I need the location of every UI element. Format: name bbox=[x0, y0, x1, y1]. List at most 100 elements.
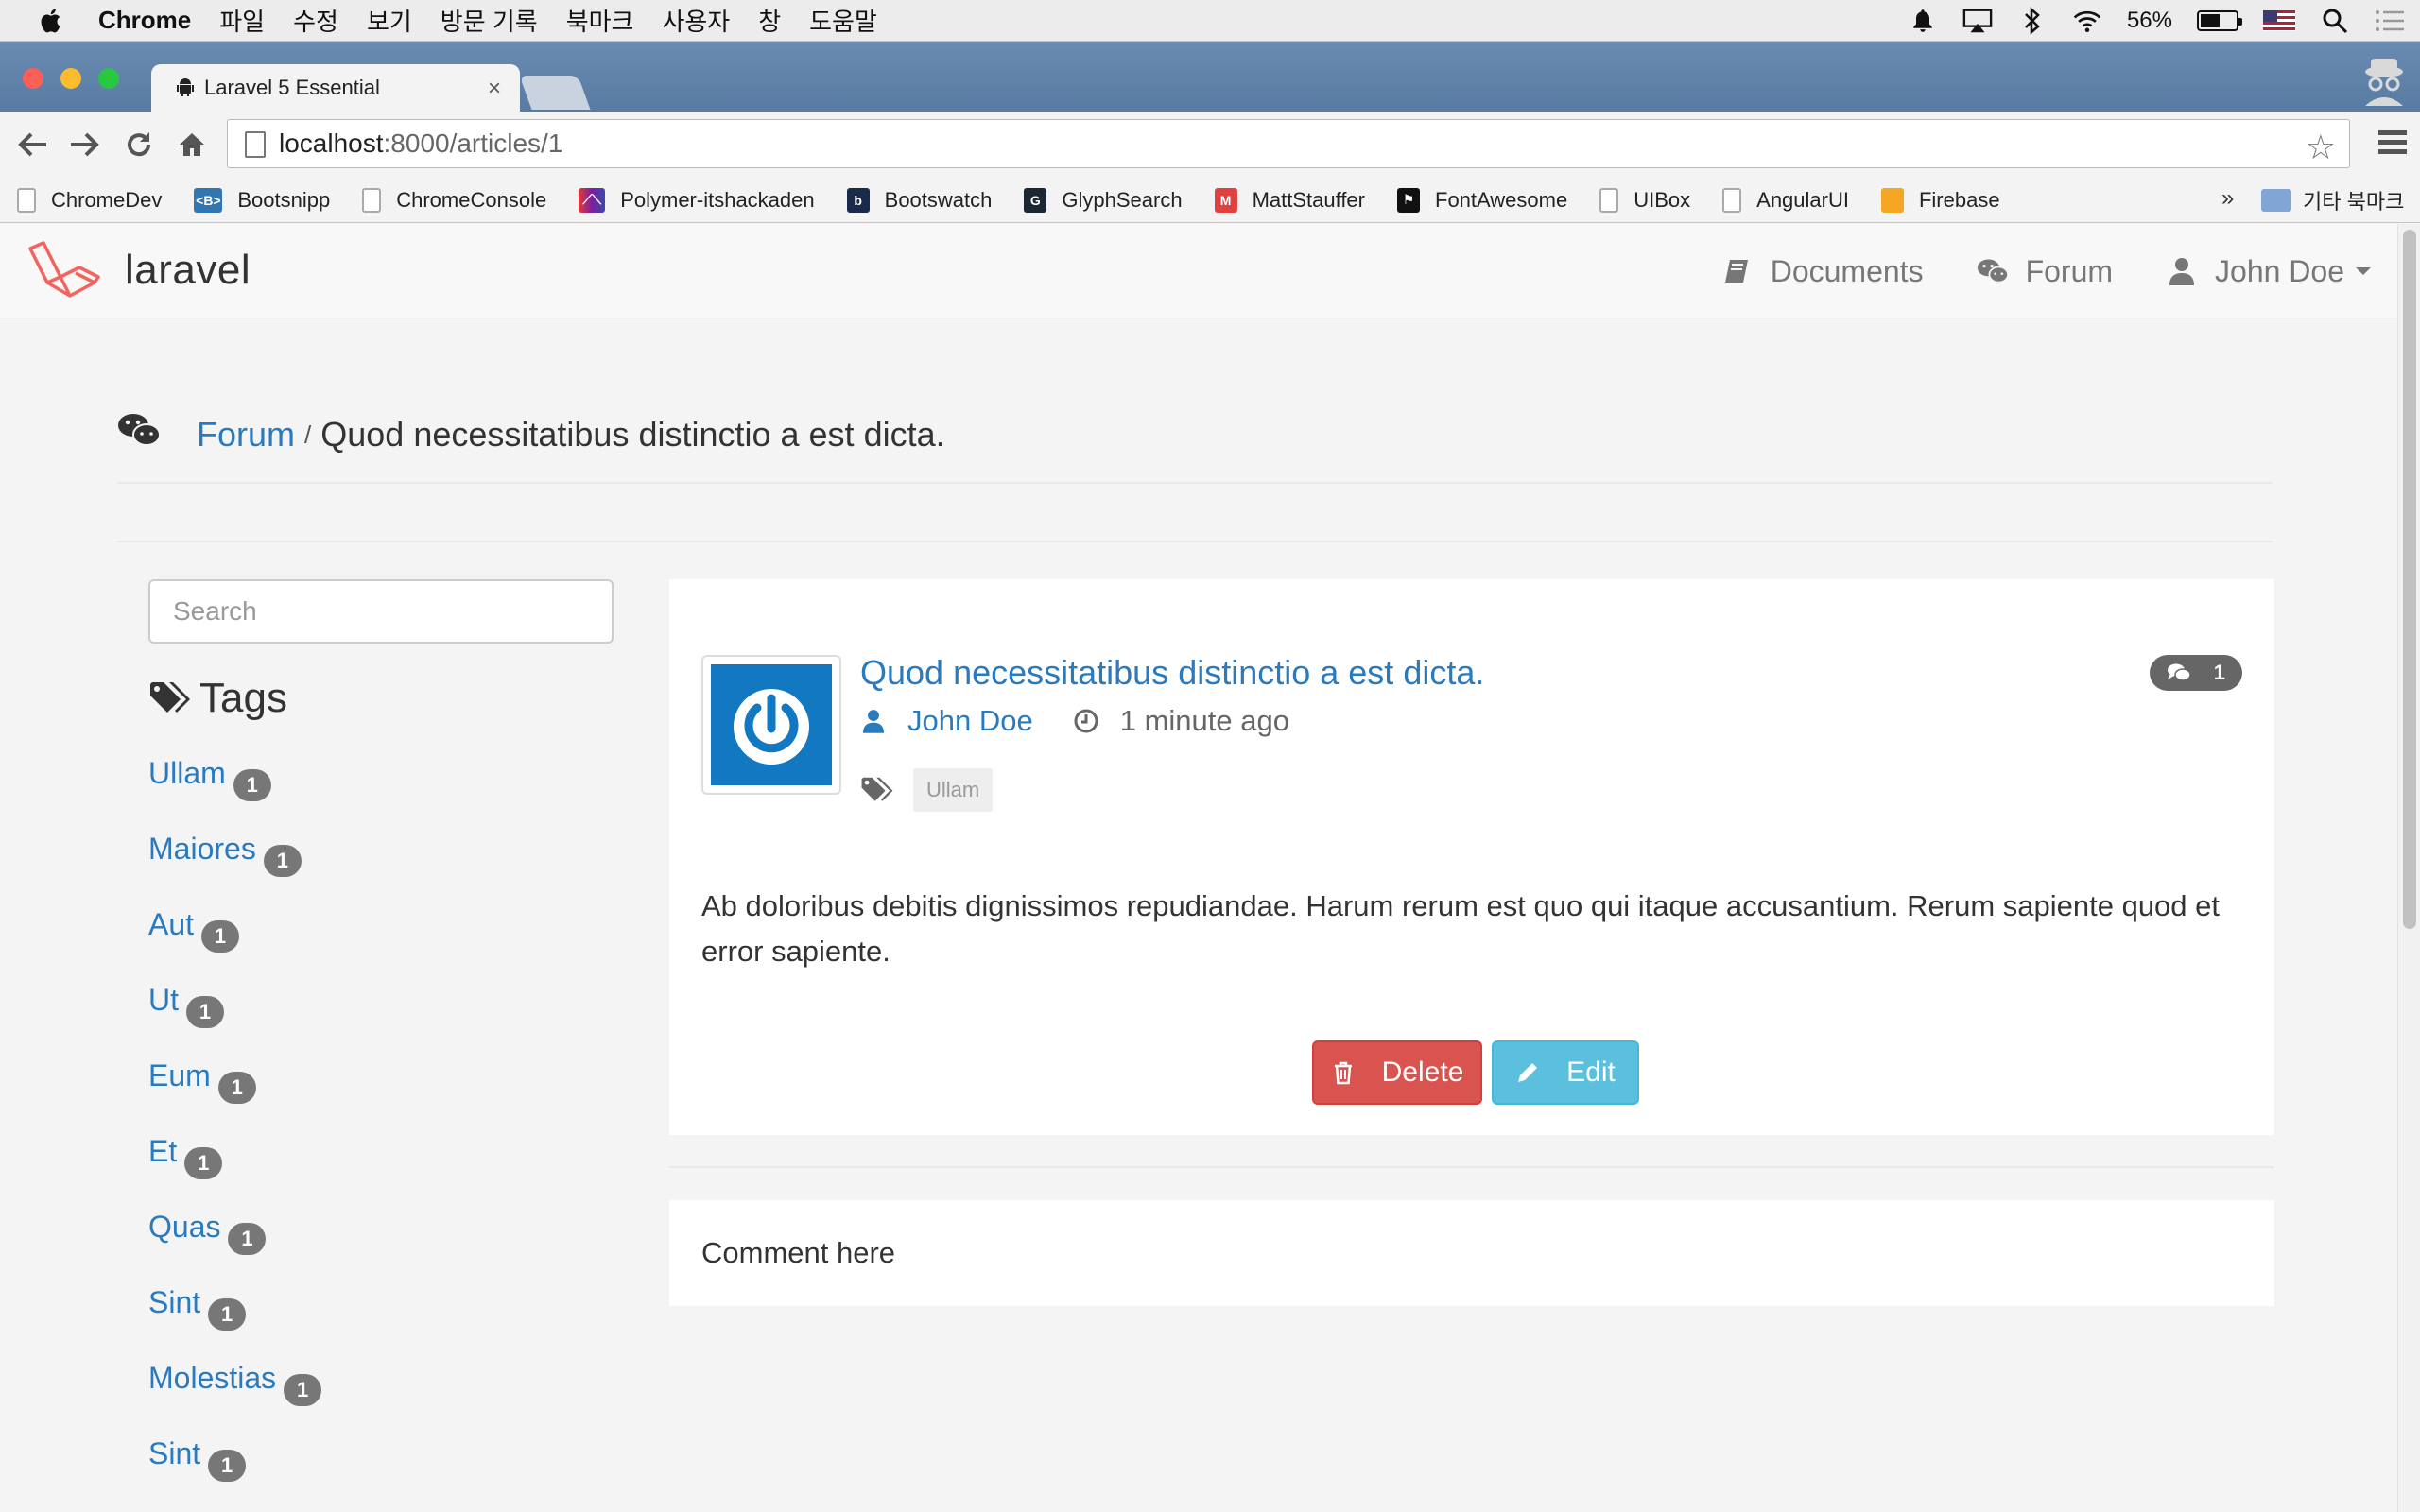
menu-people[interactable]: 사용자 bbox=[662, 3, 730, 38]
airplay-icon[interactable] bbox=[1962, 6, 1993, 36]
tag-list: Ullam 1 Maiores 1 Aut 1 Ut 1 Eum 1 Et 1 Quas 1 … bbox=[148, 756, 322, 1512]
bootswatch-icon: b bbox=[846, 187, 870, 213]
tag-count-badge: 1 bbox=[228, 1223, 267, 1255]
tag-link[interactable]: Molestias bbox=[148, 1361, 276, 1396]
wifi-icon[interactable] bbox=[2072, 6, 2102, 36]
caret-down-icon bbox=[2356, 267, 2371, 275]
tag-link[interactable]: Quas bbox=[148, 1210, 220, 1245]
battery-icon[interactable] bbox=[2197, 10, 2242, 31]
menu-bar-status-area: 56% bbox=[1883, 0, 2420, 42]
browser-toolbar: localhost:8000/articles/1 ☆ bbox=[0, 112, 2420, 178]
nav-user-dropdown[interactable]: John Doe bbox=[2166, 254, 2371, 289]
tab-close-icon[interactable]: × bbox=[488, 76, 501, 102]
delete-button[interactable]: Delete bbox=[1312, 1040, 1482, 1105]
page-info-icon[interactable] bbox=[245, 131, 266, 158]
tag-link[interactable]: Eum bbox=[148, 1058, 211, 1093]
address-bar[interactable]: localhost:8000/articles/1 ☆ bbox=[227, 119, 2350, 168]
nav-user-label: John Doe bbox=[2215, 253, 2344, 288]
avatar[interactable] bbox=[701, 655, 841, 795]
menu-view[interactable]: 보기 bbox=[367, 3, 412, 38]
bookmark-uibox[interactable]: UIBox bbox=[1599, 187, 1690, 213]
avatar-image bbox=[711, 664, 832, 785]
window-zoom-button[interactable] bbox=[98, 68, 119, 89]
other-bookmarks-folder[interactable]: 기타 북마크 bbox=[2261, 178, 2404, 223]
bookmark-label: Firebase bbox=[1918, 187, 2000, 212]
bookmark-star-icon[interactable]: ☆ bbox=[2306, 128, 2336, 167]
nav-forum[interactable]: Forum bbox=[1977, 254, 2113, 289]
bookmark-bootswatch[interactable]: b Bootswatch bbox=[846, 187, 992, 213]
menu-bookmarks[interactable]: 북마크 bbox=[566, 3, 634, 38]
notification-center-icon[interactable] bbox=[2375, 6, 2405, 36]
tag-link[interactable]: Maiores bbox=[148, 832, 256, 867]
delete-button-label: Delete bbox=[1381, 1057, 1464, 1088]
comment-box[interactable]: Comment here bbox=[669, 1200, 2274, 1306]
spotlight-search-icon[interactable] bbox=[2320, 6, 2350, 36]
tab-title: Laravel 5 Essential bbox=[204, 76, 380, 99]
tag-link[interactable]: Ullam bbox=[148, 756, 226, 791]
article-author-link[interactable]: John Doe bbox=[908, 704, 1033, 738]
menu-edit[interactable]: 수정 bbox=[293, 3, 338, 38]
bookmark-chromedev[interactable]: ChromeDev bbox=[17, 187, 162, 213]
chrome-menu-icon[interactable] bbox=[2378, 130, 2407, 155]
menu-file[interactable]: 파일 bbox=[219, 3, 265, 38]
menu-app-name[interactable]: Chrome bbox=[98, 6, 191, 35]
search-input[interactable] bbox=[148, 579, 614, 644]
window-minimize-button[interactable] bbox=[60, 68, 81, 89]
bookmark-chromeconsole[interactable]: ChromeConsole bbox=[362, 187, 546, 213]
bookmark-mattstauffer[interactable]: M MattStauffer bbox=[1214, 187, 1365, 213]
edit-button[interactable]: Edit bbox=[1492, 1040, 1639, 1105]
glyphsearch-icon: G bbox=[1024, 187, 1047, 213]
menu-window[interactable]: 창 bbox=[758, 3, 781, 38]
home-button[interactable] bbox=[174, 127, 210, 163]
back-button[interactable] bbox=[15, 127, 51, 163]
page-icon bbox=[362, 187, 382, 213]
tag-count-badge: 1 bbox=[208, 1450, 247, 1482]
forward-button[interactable] bbox=[66, 127, 102, 163]
reload-button[interactable] bbox=[121, 127, 157, 163]
tags-icon bbox=[861, 777, 893, 801]
menu-history[interactable]: 방문 기록 bbox=[441, 3, 538, 38]
bookmark-glyphsearch[interactable]: G GlyphSearch bbox=[1024, 187, 1183, 213]
page-title: Quod necessitatibus distinctio a est dic… bbox=[320, 415, 945, 454]
brand-link[interactable]: laravel bbox=[26, 241, 251, 300]
menu-help[interactable]: 도움말 bbox=[809, 3, 877, 38]
user-icon bbox=[2166, 255, 2198, 287]
page-scrollbar[interactable] bbox=[2397, 224, 2420, 1512]
tag-link[interactable]: Sint bbox=[148, 1436, 200, 1471]
tag-count-badge: 1 bbox=[284, 1374, 322, 1406]
input-source-flag-icon[interactable] bbox=[2263, 10, 2295, 31]
android-favicon-icon bbox=[177, 78, 194, 96]
bluetooth-icon[interactable] bbox=[2017, 6, 2048, 36]
divider bbox=[669, 1166, 2274, 1168]
tag-count-badge: 1 bbox=[186, 996, 224, 1028]
bookmark-bootsnipp[interactable]: <B> Bootsnipp bbox=[194, 187, 330, 213]
browser-tab-active[interactable]: Laravel 5 Essential × bbox=[151, 64, 520, 112]
power-logo-icon bbox=[734, 689, 809, 765]
bookmark-firebase[interactable]: Firebase bbox=[1880, 187, 2000, 213]
article-meta: John Doe 1 minute ago bbox=[860, 704, 1289, 738]
bookmark-polymer[interactable]: ⟋⟍ Polymer-itshackaden bbox=[579, 187, 815, 213]
scrollbar-thumb[interactable] bbox=[2403, 230, 2416, 929]
breadcrumb-forum-link[interactable]: Forum bbox=[197, 415, 295, 455]
tag-link[interactable]: Aut bbox=[148, 907, 194, 942]
bookmark-label: GlyphSearch bbox=[1062, 187, 1183, 212]
nav-documents[interactable]: Documents bbox=[1721, 254, 1924, 289]
article-tag-label[interactable]: Ullam bbox=[913, 768, 994, 812]
article-title[interactable]: Quod necessitatibus distinctio a est dic… bbox=[860, 653, 1484, 693]
tag-link[interactable]: Sint bbox=[148, 1285, 200, 1320]
bookmark-angularui[interactable]: AngularUI bbox=[1722, 187, 1849, 213]
bookmarks-overflow-icon[interactable]: » bbox=[2221, 185, 2234, 212]
tag-link[interactable]: Et bbox=[148, 1134, 177, 1169]
apple-icon[interactable] bbox=[38, 7, 66, 35]
window-close-button[interactable] bbox=[23, 68, 43, 89]
comment-placeholder: Comment here bbox=[701, 1236, 896, 1269]
tag-item: Sint 1 bbox=[148, 1285, 321, 1361]
nav-documents-label: Documents bbox=[1770, 253, 1924, 288]
bookmark-fontawesome[interactable]: ⚑ FontAwesome bbox=[1397, 187, 1567, 213]
tag-link[interactable]: Ut bbox=[148, 983, 179, 1018]
new-tab-button[interactable] bbox=[519, 76, 591, 110]
notification-bell-icon[interactable] bbox=[1908, 6, 1938, 36]
tag-item: Quas 1 bbox=[148, 1210, 321, 1285]
article-card: Quod necessitatibus distinctio a est dic… bbox=[669, 579, 2274, 1135]
article-tags: Ullam bbox=[860, 768, 994, 812]
